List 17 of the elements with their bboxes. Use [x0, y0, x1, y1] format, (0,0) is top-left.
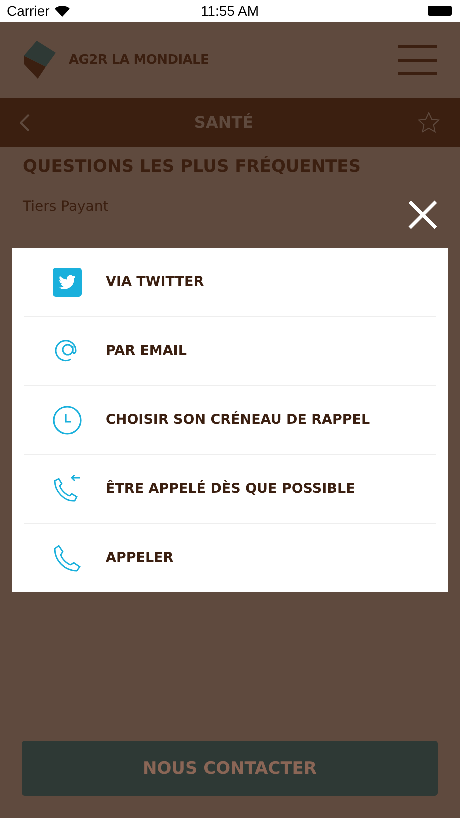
contact-option[interactable]: ÊTRE APPELÉ DÈS QUE POSSIBLE	[24, 455, 436, 524]
contact-option[interactable]: PAR EMAIL	[24, 317, 436, 386]
menu-icon[interactable]	[398, 45, 437, 75]
incoming-call-icon	[53, 474, 82, 504]
clock-time: 11:55 AM	[200, 3, 260, 19]
close-button[interactable]	[406, 198, 440, 232]
back-icon[interactable]	[20, 114, 30, 132]
star-icon[interactable]	[418, 112, 440, 133]
twitter-icon	[53, 268, 82, 296]
battery-icon	[428, 6, 452, 16]
contact-option[interactable]: APPELER	[24, 524, 436, 592]
clock-icon	[53, 406, 82, 434]
phone-icon	[53, 544, 82, 572]
wifi-icon	[54, 6, 70, 16]
carrier-label: Carrier	[7, 3, 50, 19]
contact-option[interactable]: VIA TWITTER	[24, 248, 436, 317]
contact-option[interactable]: CHOISIR SON CRÉNEAU DE RAPPEL	[24, 386, 436, 455]
